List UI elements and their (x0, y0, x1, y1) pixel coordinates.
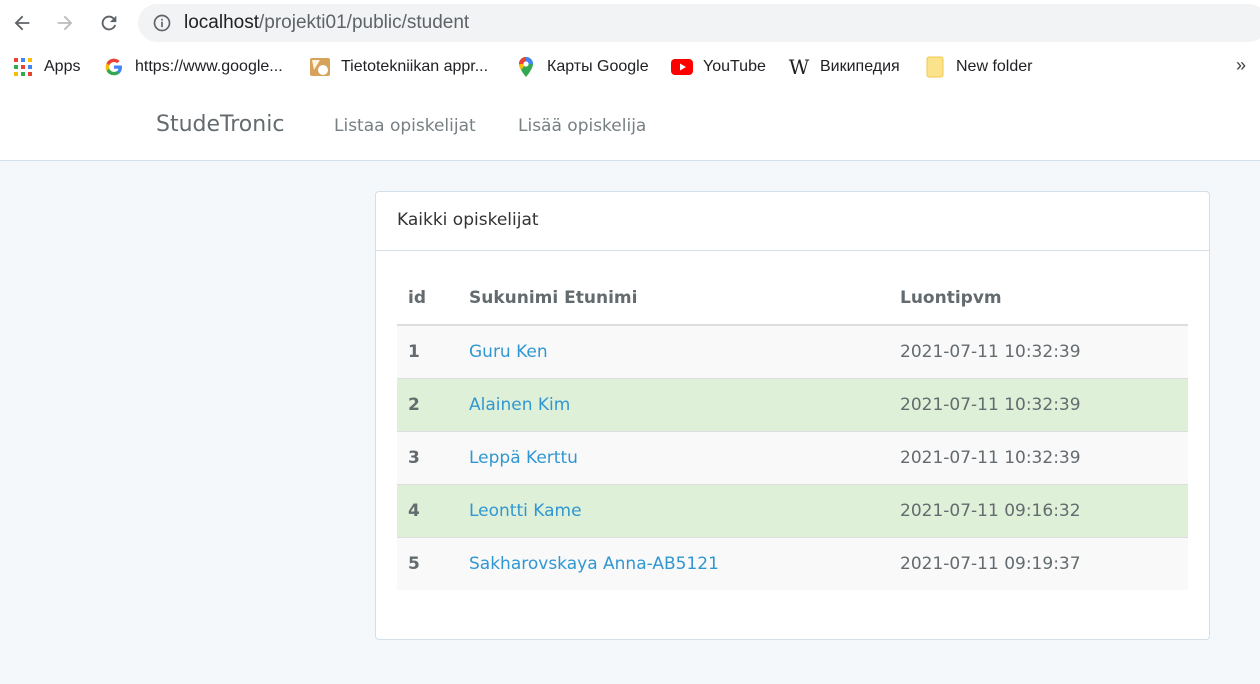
cell-id: 3 (397, 430, 458, 484)
table-row: 4 Leontti Kame 2021-07-11 09:16:32 (397, 483, 1188, 537)
nav-link-list-students[interactable]: Listaa opiskelijat (334, 116, 476, 136)
cell-created: 2021-07-11 10:32:39 (889, 430, 1188, 484)
cell-name: Alainen Kim (458, 377, 889, 431)
bookmark-label: Википедия (820, 58, 900, 75)
google-icon (103, 56, 125, 78)
bookmark-label: New folder (956, 58, 1033, 75)
cell-id: 4 (397, 483, 458, 537)
panel-heading: Kaikki opiskelijat (376, 192, 1209, 251)
app-navbar: StudeTronic Listaa opiskelijat Lisää opi… (0, 88, 1260, 161)
table-row: 5 Sakharovskaya Anna-AB5121 2021-07-11 09:… (397, 536, 1188, 590)
table-row: 1 Guru Ken 2021-07-11 10:32:39 (397, 324, 1188, 378)
students-panel: Kaikki opiskelijat id Sukunimi Etunimi L… (375, 191, 1210, 640)
bookmark-maps[interactable]: Карты Google (515, 56, 649, 78)
url-text[interactable]: localhost/projekti01/public/student (184, 12, 469, 34)
cell-id: 5 (397, 536, 458, 590)
bookmarks-bar: Apps https://www.google... Tietotekniika… (0, 46, 1260, 88)
url-host: localhost (184, 12, 259, 33)
student-name-link[interactable]: Sakharovskaya Anna-AB5121 (469, 554, 719, 574)
info-icon[interactable] (152, 13, 172, 33)
back-button[interactable] (8, 9, 36, 37)
column-header-id: id (397, 272, 458, 326)
reload-button[interactable] (95, 9, 123, 37)
student-name-link[interactable]: Guru Ken (469, 342, 548, 362)
apps-grid-icon (12, 56, 34, 78)
student-name-link[interactable]: Leontti Kame (469, 501, 582, 521)
bookmark-apps[interactable]: Apps (12, 56, 80, 78)
folder-icon (924, 56, 946, 78)
bookmark-new-folder[interactable]: New folder (924, 56, 1032, 78)
cell-created: 2021-07-11 09:16:32 (889, 483, 1188, 537)
bookmark-tietotekniikan[interactable]: Tietotekniikan appr... (309, 56, 488, 78)
address-bar[interactable]: localhost/projekti01/public/student (138, 4, 1260, 42)
cell-id: 2 (397, 377, 458, 431)
table-header-row: id Sukunimi Etunimi Luontipvm (397, 272, 1188, 326)
bookmark-label: Карты Google (547, 58, 649, 75)
reload-icon (101, 15, 117, 31)
cell-id: 1 (397, 324, 458, 378)
url-path: /projekti01/public/student (259, 12, 470, 33)
browser-toolbar: localhost/projekti01/public/student (0, 0, 1260, 46)
cell-name: Leontti Kame (458, 483, 889, 537)
bookmark-youtube[interactable]: YouTube (671, 56, 766, 78)
bookmark-label: https://www.google... (135, 58, 283, 75)
arrow-right-icon (57, 15, 73, 31)
cell-name: Guru Ken (458, 324, 889, 378)
forward-button[interactable] (51, 9, 79, 37)
bookmark-wikipedia[interactable]: W Википедия (788, 55, 900, 79)
column-header-name: Sukunimi Etunimi (458, 272, 889, 326)
wikipedia-icon: W (788, 55, 810, 79)
bookmark-google[interactable]: https://www.google... (103, 56, 283, 78)
nav-link-add-student[interactable]: Lisää opiskelija (518, 116, 646, 136)
student-name-link[interactable]: Leppä Kerttu (469, 448, 578, 468)
table-row: 2 Alainen Kim 2021-07-11 10:32:39 (397, 377, 1188, 431)
bookmarks-more-button[interactable]: » (1236, 55, 1246, 76)
arrow-left-icon (14, 15, 30, 31)
column-header-created: Luontipvm (889, 272, 1188, 326)
bookmark-site-icon (309, 56, 331, 78)
bookmark-label: Apps (44, 58, 81, 75)
cell-created: 2021-07-11 09:19:37 (889, 536, 1188, 590)
brand-logo[interactable]: StudeTronic (156, 112, 284, 137)
cell-created: 2021-07-11 10:32:39 (889, 324, 1188, 378)
cell-name: Leppä Kerttu (458, 430, 889, 484)
cell-created: 2021-07-11 10:32:39 (889, 377, 1188, 431)
student-name-link[interactable]: Alainen Kim (469, 395, 570, 415)
maps-pin-icon (515, 56, 537, 78)
cell-name: Sakharovskaya Anna-AB5121 (458, 536, 889, 590)
students-table: id Sukunimi Etunimi Luontipvm 1 Guru Ken 2… (397, 272, 1188, 590)
bookmark-label: Tietotekniikan appr... (341, 58, 489, 75)
bookmark-label: YouTube (703, 58, 766, 75)
youtube-icon (671, 56, 693, 78)
table-row: 3 Leppä Kerttu 2021-07-11 10:32:39 (397, 430, 1188, 484)
